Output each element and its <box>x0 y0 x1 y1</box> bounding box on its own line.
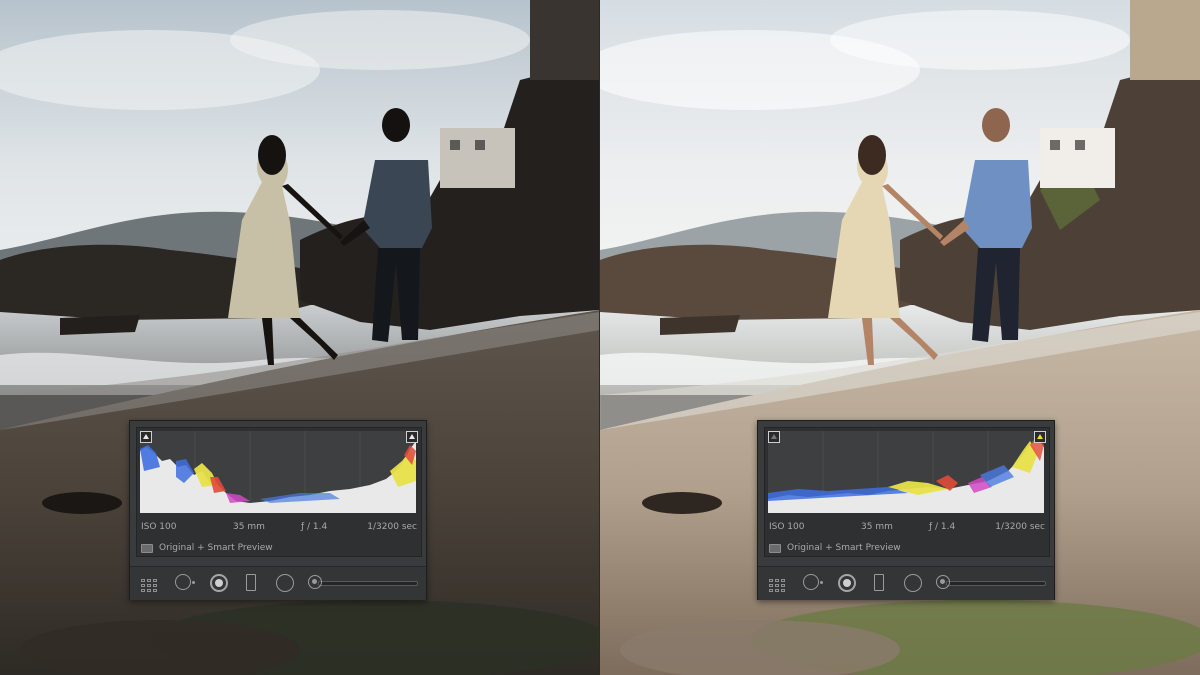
adjustment-brush-slider[interactable] <box>936 575 1046 591</box>
graduated-filter-icon[interactable] <box>245 574 257 592</box>
smart-preview-label: Original + Smart Preview <box>159 543 273 553</box>
smart-preview-label: Original + Smart Preview <box>787 543 901 553</box>
graduated-filter-icon[interactable] <box>873 574 885 592</box>
spot-removal-icon[interactable] <box>803 574 825 592</box>
exif-info: ISO 100 35 mm ƒ / 1.4 1/3200 sec <box>769 522 1045 536</box>
focal-length-value: 35 mm <box>233 522 265 532</box>
spot-removal-icon[interactable] <box>175 574 197 592</box>
shutter-speed-value: 1/3200 sec <box>367 522 417 532</box>
smart-preview-icon <box>141 543 153 553</box>
smart-preview-status: Original + Smart Preview <box>769 542 901 554</box>
aperture-value: ƒ / 1.4 <box>301 522 328 532</box>
aperture-value: ƒ / 1.4 <box>929 522 956 532</box>
red-eye-correction-icon[interactable] <box>210 574 228 592</box>
before-photo-pane: ISO 100 35 mm ƒ / 1.4 1/3200 sec Origina… <box>0 0 600 675</box>
brush-slider-track[interactable] <box>318 581 418 586</box>
focal-length-value: 35 mm <box>861 522 893 532</box>
histogram-graph <box>768 431 1044 513</box>
iso-value: ISO 100 <box>769 522 805 532</box>
adjustment-brush-slider[interactable] <box>308 575 418 591</box>
shutter-speed-value: 1/3200 sec <box>995 522 1045 532</box>
smart-preview-icon <box>769 543 781 553</box>
crop-overlay-icon[interactable] <box>141 574 163 594</box>
shadow-clipping-indicator-icon[interactable] <box>768 431 780 443</box>
crop-overlay-icon[interactable] <box>769 574 791 594</box>
smart-preview-status: Original + Smart Preview <box>141 542 273 554</box>
red-eye-correction-icon[interactable] <box>838 574 856 592</box>
adjustment-brush-icon[interactable] <box>308 575 322 589</box>
histogram-graph <box>140 431 416 513</box>
histogram: ISO 100 35 mm ƒ / 1.4 1/3200 sec Origina… <box>136 427 422 557</box>
adjustment-brush-icon[interactable] <box>936 575 950 589</box>
radial-filter-icon[interactable] <box>904 574 922 592</box>
exif-info: ISO 100 35 mm ƒ / 1.4 1/3200 sec <box>141 522 417 536</box>
histogram: ISO 100 35 mm ƒ / 1.4 1/3200 sec Origina… <box>764 427 1050 557</box>
radial-filter-icon[interactable] <box>276 574 294 592</box>
highlight-clipping-indicator-icon[interactable] <box>1034 431 1046 443</box>
iso-value: ISO 100 <box>141 522 177 532</box>
tool-strip <box>130 566 426 600</box>
highlight-clipping-indicator-icon[interactable] <box>406 431 418 443</box>
histogram-panel: ISO 100 35 mm ƒ / 1.4 1/3200 sec Origina… <box>129 420 427 600</box>
brush-slider-track[interactable] <box>946 581 1046 586</box>
shadow-clipping-indicator-icon[interactable] <box>140 431 152 443</box>
histogram-panel: ISO 100 35 mm ƒ / 1.4 1/3200 sec Origina… <box>757 420 1055 600</box>
after-photo-pane: ISO 100 35 mm ƒ / 1.4 1/3200 sec Origina… <box>600 0 1200 675</box>
tool-strip <box>758 566 1054 600</box>
